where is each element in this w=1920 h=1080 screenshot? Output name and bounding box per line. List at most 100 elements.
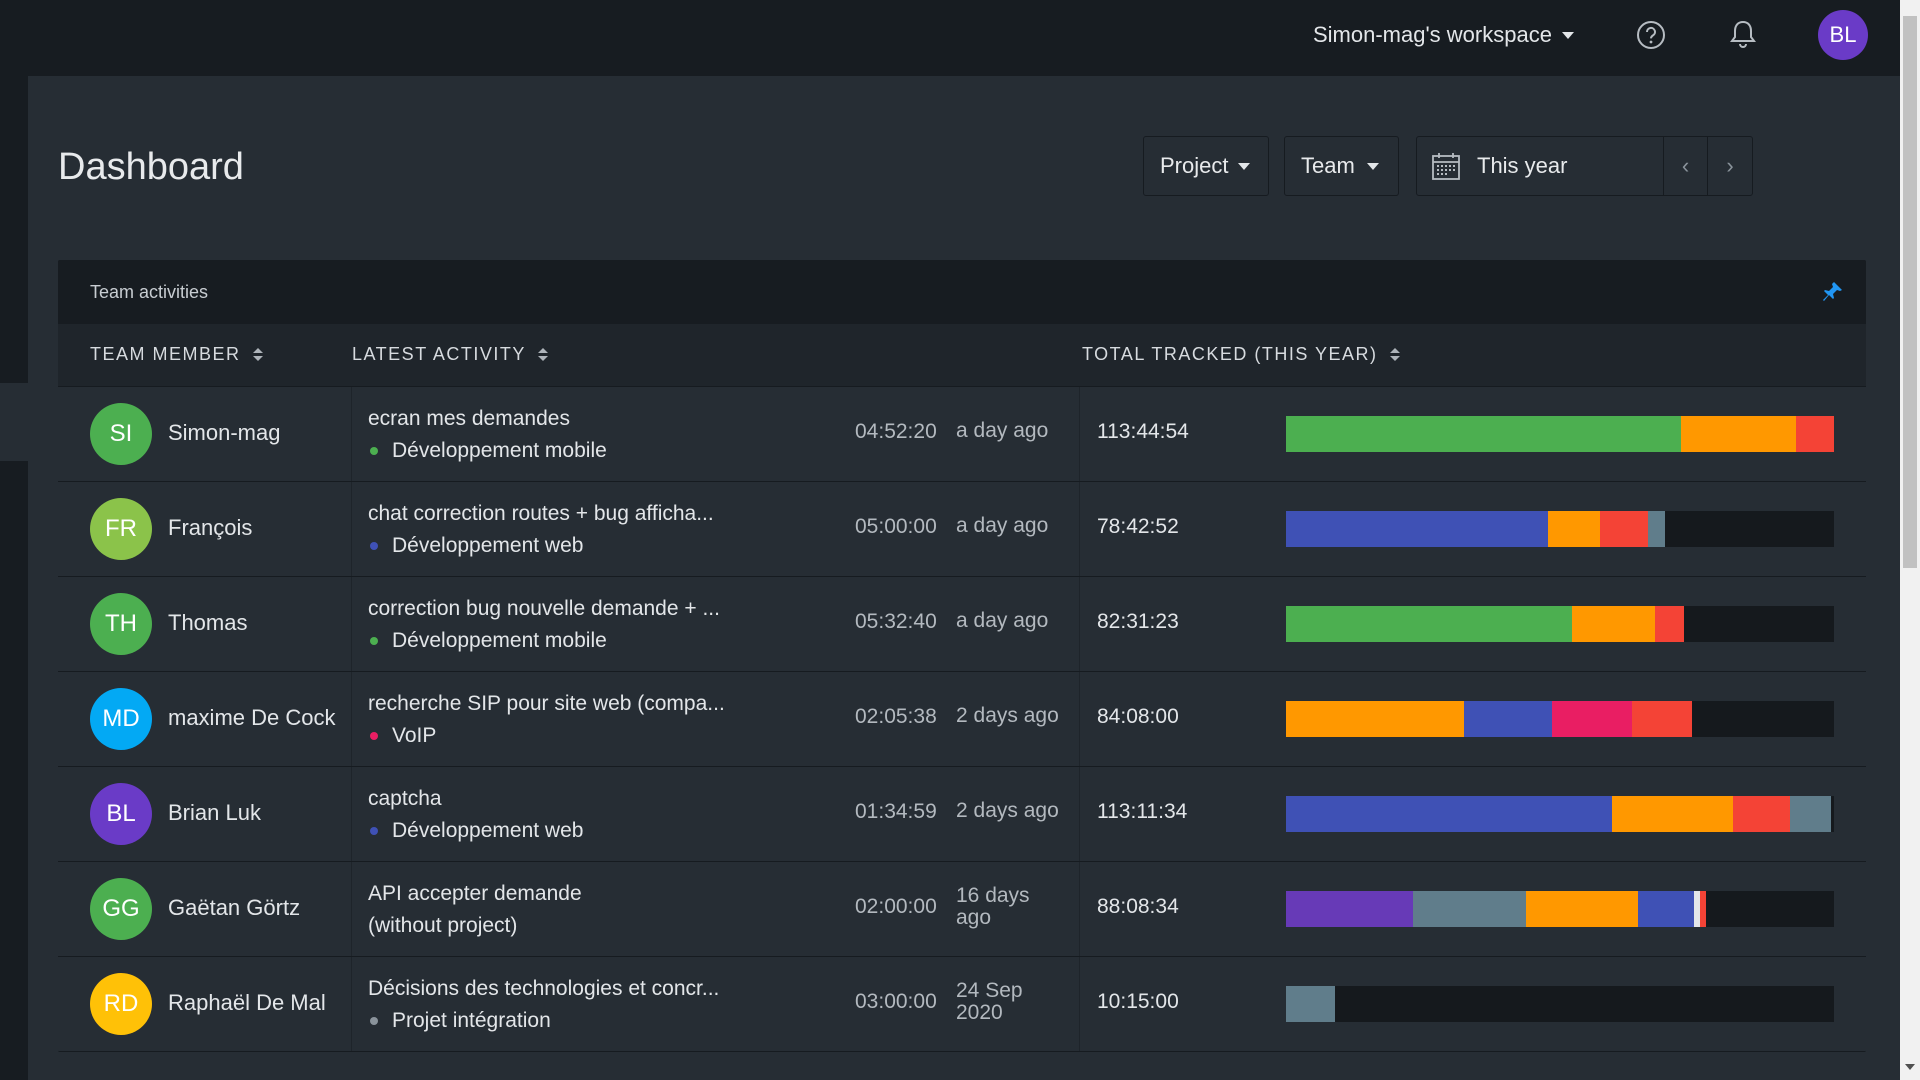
avatar-initials: SI bbox=[109, 420, 133, 447]
column-team-member[interactable]: TEAM MEMBER bbox=[90, 344, 263, 365]
activity-description: captcha bbox=[368, 787, 442, 810]
divider bbox=[1079, 482, 1080, 576]
activity-project: Développement mobile bbox=[368, 435, 738, 467]
latest-activity: chat correction routes + bug afficha... … bbox=[368, 498, 738, 562]
activity-project: Développement mobile bbox=[368, 625, 738, 657]
activity-no-project: (without project) bbox=[368, 914, 518, 937]
prev-period-button[interactable]: ‹ bbox=[1664, 137, 1709, 195]
tracked-time-bar bbox=[1286, 701, 1834, 737]
tracked-time-bar bbox=[1286, 986, 1834, 1022]
column-total-tracked[interactable]: TOTAL TRACKED (THIS YEAR) bbox=[1082, 344, 1400, 365]
activity-project: Développement web bbox=[368, 815, 738, 847]
sort-icon bbox=[537, 348, 548, 361]
team-filter-label: Team bbox=[1301, 153, 1355, 178]
total-tracked: 88:08:34 bbox=[1097, 895, 1179, 918]
column-label: TEAM MEMBER bbox=[90, 344, 241, 364]
bar-segment bbox=[1700, 891, 1706, 927]
bar-segment bbox=[1464, 701, 1552, 737]
table-row[interactable]: BL Brian Luk captcha Développement web 0… bbox=[58, 767, 1866, 862]
help-icon[interactable] bbox=[1634, 18, 1668, 52]
workspace-name: Simon-mag's workspace bbox=[1313, 22, 1552, 47]
project-name: VoIP bbox=[392, 724, 437, 747]
total-tracked: 113:11:34 bbox=[1097, 800, 1188, 823]
project-filter[interactable]: Project bbox=[1143, 136, 1269, 196]
bar-segment bbox=[1680, 416, 1796, 452]
sort-icon bbox=[1389, 348, 1400, 361]
table-row[interactable]: MD maxime De Cock recherche SIP pour sit… bbox=[58, 672, 1866, 767]
bar-segment bbox=[1572, 606, 1655, 642]
avatar-initials: FR bbox=[105, 515, 137, 542]
member-name: Simon-mag bbox=[168, 420, 281, 445]
latest-activity: API accepter demande (without project) bbox=[368, 878, 738, 942]
scrollbar-thumb[interactable] bbox=[1903, 16, 1917, 568]
divider bbox=[1079, 957, 1080, 1051]
bar-segment bbox=[1612, 796, 1734, 832]
divider bbox=[1079, 387, 1080, 481]
avatar: MD bbox=[90, 688, 152, 750]
page-scrollbar[interactable] bbox=[1900, 0, 1920, 1080]
total-tracked: 82:31:23 bbox=[1097, 610, 1179, 633]
bar-segment bbox=[1413, 891, 1526, 927]
team-filter[interactable]: Team bbox=[1284, 136, 1399, 196]
date-range-label: This year bbox=[1477, 153, 1568, 178]
project-dot bbox=[370, 732, 378, 740]
activity-time-ago: 2 days ago bbox=[956, 704, 1059, 727]
activity-time-ago: 24 Sep 2020 bbox=[956, 979, 1023, 1024]
bar-segment bbox=[1286, 891, 1414, 927]
chevron-down-icon bbox=[1238, 162, 1251, 170]
project-filter-label: Project bbox=[1160, 153, 1229, 178]
member-rows: SI Simon-mag ecran mes demandes Développ… bbox=[58, 387, 1866, 1052]
bar-segment bbox=[1648, 511, 1666, 547]
activity-duration: 02:05:38 bbox=[855, 705, 937, 728]
activity-duration: 02:00:00 bbox=[855, 895, 937, 918]
member-name: Gaëtan Görtz bbox=[168, 895, 301, 920]
column-latest-activity[interactable]: LATEST ACTIVITY bbox=[352, 344, 548, 365]
project-dot bbox=[370, 1017, 378, 1025]
bar-segment bbox=[1286, 416, 1681, 452]
activity-description: ecran mes demandes bbox=[368, 407, 570, 430]
divider bbox=[1079, 767, 1080, 861]
left-sidebar bbox=[0, 76, 28, 1080]
total-tracked: 10:15:00 bbox=[1097, 990, 1179, 1013]
activity-duration: 04:52:20 bbox=[855, 420, 937, 443]
activity-time-ago: 16 days ago bbox=[956, 884, 1030, 929]
activity-description: recherche SIP pour site web (compa... bbox=[368, 692, 725, 715]
divider bbox=[351, 862, 352, 956]
date-range-picker[interactable]: This year bbox=[1417, 137, 1664, 195]
table-row[interactable]: RD Raphaël De Mal Décisions des technolo… bbox=[58, 957, 1866, 1052]
table-row[interactable]: SI Simon-mag ecran mes demandes Développ… bbox=[58, 387, 1866, 482]
avatar: GG bbox=[90, 878, 152, 940]
tracked-time-bar bbox=[1286, 416, 1834, 452]
workspace-selector[interactable]: Simon-mag's workspace bbox=[1313, 20, 1574, 50]
user-avatar[interactable]: BL bbox=[1818, 10, 1868, 60]
table-row[interactable]: FR François chat correction routes + bug… bbox=[58, 482, 1866, 577]
activity-time-ago: a day ago bbox=[956, 419, 1049, 442]
member-name: maxime De Cock bbox=[168, 705, 336, 730]
next-period-button[interactable]: › bbox=[1708, 137, 1752, 195]
table-row[interactable]: TH Thomas correction bug nouvelle demand… bbox=[58, 577, 1866, 672]
tracked-time-bar bbox=[1286, 606, 1834, 642]
table-header: TEAM MEMBER LATEST ACTIVITY TOTAL TRACKE… bbox=[58, 324, 1866, 387]
avatar: BL bbox=[90, 783, 152, 845]
project-name: Développement web bbox=[392, 819, 584, 842]
activity-duration: 05:00:00 bbox=[855, 515, 937, 538]
chevron-down-icon bbox=[1366, 162, 1379, 170]
pin-icon[interactable] bbox=[1820, 280, 1844, 304]
latest-activity: captcha Développement web bbox=[368, 783, 738, 847]
column-label: TOTAL TRACKED (THIS YEAR) bbox=[1082, 344, 1378, 364]
activity-time-ago: a day ago bbox=[956, 514, 1049, 537]
scroll-down-icon[interactable] bbox=[1905, 1064, 1915, 1070]
table-row[interactable]: GG Gaëtan Görtz API accepter demande (wi… bbox=[58, 862, 1866, 957]
activity-description: API accepter demande bbox=[368, 882, 582, 905]
activity-project: Projet intégration bbox=[368, 1005, 738, 1037]
bell-icon[interactable] bbox=[1726, 18, 1760, 52]
divider bbox=[1079, 577, 1080, 671]
main-content: Dashboard Project Team This year ‹ › Tea… bbox=[28, 76, 1900, 1080]
project-dot bbox=[370, 542, 378, 550]
divider bbox=[351, 767, 352, 861]
activity-description: chat correction routes + bug afficha... bbox=[368, 502, 714, 525]
sidebar-toggle[interactable] bbox=[0, 383, 28, 461]
activity-project: Développement web bbox=[368, 530, 738, 562]
project-name: Développement web bbox=[392, 534, 584, 557]
avatar-initials: TH bbox=[105, 610, 137, 637]
